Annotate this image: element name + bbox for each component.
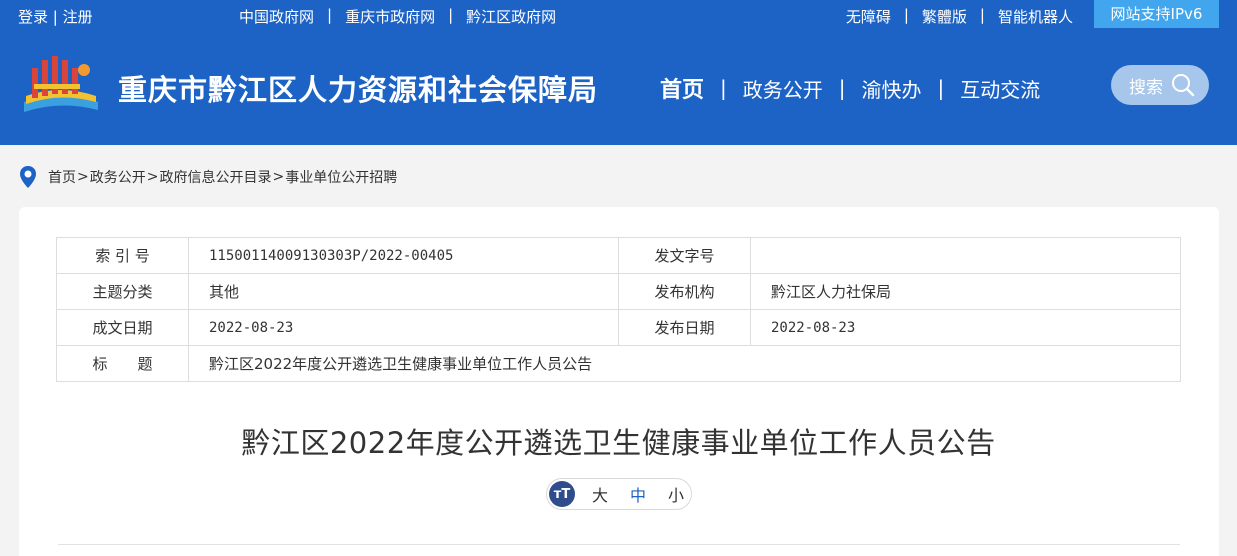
metadata-table: 索 引 号 11500114009130303P/2022-00405 发文字号… [56,237,1181,382]
gov-link-chongqing[interactable]: 重庆市政府网 [345,6,435,27]
auth-links: 登录 | 注册 [18,6,93,27]
location-pin-icon [20,166,36,188]
docno-label: 发文字号 [618,237,751,274]
login-link[interactable]: 登录 [18,8,48,26]
separator: | [979,6,985,24]
nav-item-gov-affairs[interactable]: 政务公开 [743,74,823,103]
separator: | [327,6,333,24]
separator: | [903,6,909,24]
table-row: 索 引 号 11500114009130303P/2022-00405 发文字号 [56,237,1181,274]
pub-date-label: 发布日期 [618,309,751,346]
article-title: 黔江区2022年度公开遴选卫生健康事业单位工作人员公告 [241,426,996,460]
breadcrumb-info-catalog[interactable]: 政府信息公开目录 [159,167,271,187]
table-row: 主题分类 其他 发布机构 黔江区人力社保局 [56,273,1181,310]
nav-separator: | [937,76,945,100]
font-size-icon: тT [549,481,575,507]
main-nav: 首页 | 政务公开 | 渝快办 | 互动交流 [660,72,1040,104]
register-link[interactable]: 注册 [63,8,93,26]
org-value: 黔江区人力社保局 [750,273,1181,310]
gov-link-china[interactable]: 中国政府网 [239,6,314,27]
date-label: 成文日期 [56,309,189,346]
org-label: 发布机构 [618,273,751,310]
docno-value [750,237,1181,274]
nav-separator: | [720,76,727,100]
site-title: 重庆市黔江区人力资源和社会保障局 [118,73,599,107]
nav-item-yukuaiban[interactable]: 渝快办 [862,74,922,103]
gov-links: 中国政府网 | 重庆市政府网 | 黔江区政府网 [239,6,556,27]
breadcrumb-gov-affairs[interactable]: 政务公开 [90,167,146,187]
robot-link[interactable]: 智能机器人 [998,6,1073,27]
gov-link-qianjiang[interactable]: 黔江区政府网 [466,6,556,27]
topic-label: 主题分类 [56,273,189,310]
nav-item-interaction[interactable]: 互动交流 [960,74,1040,103]
site-header: 登录 | 注册 中国政府网 | 重庆市政府网 | 黔江区政府网 无障碍 | 繁體… [0,0,1237,145]
search-button[interactable]: 搜索 [1111,65,1209,105]
utility-links: 无障碍 | 繁體版 | 智能机器人 [846,6,1073,27]
breadcrumb-separator: > [77,169,89,185]
font-size-large[interactable]: 大 [587,482,613,506]
font-size-small[interactable]: 小 [663,482,689,506]
date-value: 2022-08-23 [188,309,619,346]
font-size-switcher: тT 大 中 小 [546,478,692,510]
index-label: 索 引 号 [56,237,189,274]
separator: | [448,6,454,24]
font-size-medium[interactable]: 中 [625,482,651,506]
site-logo-icon [24,56,98,112]
breadcrumb-recruitment[interactable]: 事业单位公开招聘 [285,167,397,187]
table-row: 成文日期 2022-08-23 发布日期 2022-08-23 [56,309,1181,346]
pub-date-value: 2022-08-23 [750,309,1181,346]
nav-separator: | [838,76,846,100]
accessibility-link[interactable]: 无障碍 [846,6,891,27]
auth-separator: | [52,8,63,26]
topic-value: 其他 [188,273,619,310]
search-label: 搜索 [1129,77,1163,98]
breadcrumb-separator: > [146,169,159,185]
search-icon [1172,74,1195,97]
divider [58,544,1180,545]
title-value: 黔江区2022年度公开遴选卫生健康事业单位工作人员公告 [188,345,1181,382]
nav-item-home[interactable]: 首页 [660,72,704,104]
breadcrumb-home[interactable]: 首页 [48,167,76,187]
traditional-chinese-link[interactable]: 繁體版 [922,6,967,27]
table-row: 标 题 黔江区2022年度公开遴选卫生健康事业单位工作人员公告 [56,345,1181,382]
ipv6-badge: 网站支持IPv6 [1094,0,1219,28]
title-label: 标 题 [56,345,189,382]
index-value: 11500114009130303P/2022-00405 [188,237,619,274]
top-bar: 登录 | 注册 中国政府网 | 重庆市政府网 | 黔江区政府网 无障碍 | 繁體… [0,0,1237,32]
breadcrumb: 首页 > 政务公开 > 政府信息公开目录 > 事业单位公开招聘 [18,165,397,189]
breadcrumb-separator: > [272,169,285,185]
